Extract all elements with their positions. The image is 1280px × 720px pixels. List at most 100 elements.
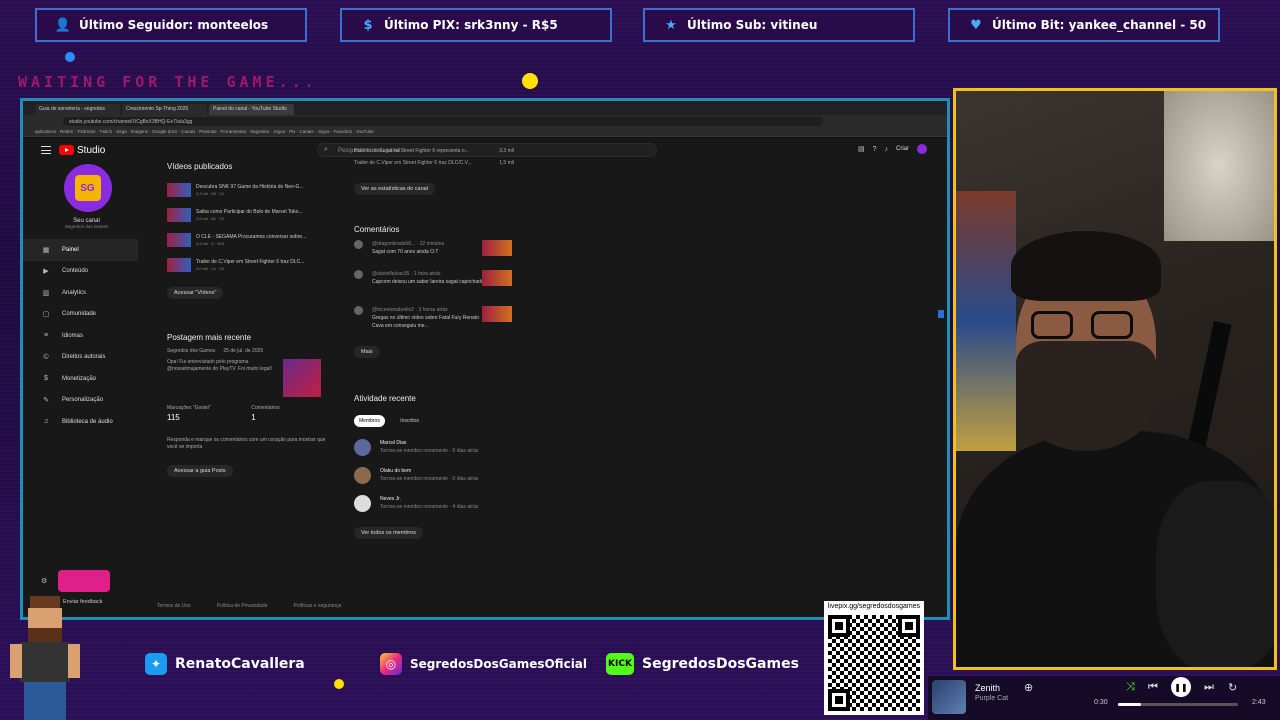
person-hair [1011, 231, 1161, 301]
next-icon[interactable]: ⏭ [1204, 681, 1214, 694]
video-thumbnail [167, 207, 191, 222]
pause-button[interactable]: ❚❚ [1171, 677, 1191, 697]
microphone [1156, 481, 1274, 667]
account-avatar[interactable] [917, 144, 927, 154]
access-videos-button[interactable]: Acessar "Vídeos" [167, 287, 224, 299]
sidebar-item-monetization[interactable]: $ Monetização [23, 368, 138, 390]
stat-label: Comentários [251, 405, 280, 411]
video-thumbnail [167, 182, 191, 197]
video-row[interactable]: O CLE - SEGAMA Procuramos conversar sobr… [167, 227, 327, 252]
star-icon: ★ [665, 17, 677, 33]
video-row[interactable]: Saiba como Participar do Bolo de Marvel … [167, 202, 327, 227]
top-video-row[interactable]: Trailer de C.Viper em Street Fighter 6 t… [354, 160, 514, 167]
comment-author-name: @tricentenaberlin2 [372, 307, 415, 313]
list-item[interactable]: Olaku do bem Tornou-se membro novamente ·… [354, 461, 514, 489]
social-twitter: ✦ RenatoCavallera [145, 650, 305, 678]
terms-link[interactable]: Termos de Uso [157, 603, 191, 609]
member-name: Neves Jr. [380, 496, 401, 502]
comment-author: @dragonbrade58... · 32 minutos [372, 241, 445, 247]
post-body: Opa! Fui entrevistado pelo programa @nos… [167, 359, 327, 397]
person-beard [1016, 341, 1156, 451]
activity-heading: Atividade recente [354, 394, 416, 403]
scrollbar[interactable] [938, 310, 944, 318]
video-meta: 3,3 mil · 63 · 12 [196, 190, 224, 196]
bookmarks-bar[interactable]: aplicativos · Redes · TrStream · Twitch … [23, 127, 947, 137]
bell-icon[interactable]: ♪ [885, 146, 889, 153]
waiting-text: WAITING FOR THE GAME... [18, 73, 318, 91]
comment-item[interactable]: @dragonbrade58... · 32 minutos Sagat com … [354, 240, 514, 270]
progress-bar[interactable] [1118, 703, 1238, 706]
alert-sub: ★ Último Sub: vitineu [643, 8, 915, 42]
social-instagram: ◎ SegredosDosGamesOficial [380, 650, 587, 678]
address-bar: studio.youtube.com/channel/UCgBsX3BHQ-Ex… [23, 115, 947, 127]
sidebar-item-content[interactable]: ▶ Conteúdo [23, 261, 138, 283]
music-player: Zenith Purple Cat ⊕ ⤨ ⏮ ❚❚ ⏭ ↻ 0:30 2:43 [928, 676, 1280, 720]
top-video-value: 1,5 mil [499, 160, 514, 166]
youtube-studio: Studio ⌕ Pesquisar no seu canal ▤ ? ♪ Cr… [23, 138, 947, 617]
post-image[interactable] [283, 359, 321, 397]
sidebar-item-audio-library[interactable]: ♫ Biblioteca de áudio [23, 411, 138, 433]
top-video-row[interactable]: História do Sagat no Street Fighter 6 re… [354, 148, 514, 155]
sidebar-item-dashboard[interactable]: ▦ Painel [23, 239, 138, 261]
posts-button-wrap: Acessar a guia Posts [167, 459, 327, 477]
studio-brand[interactable]: Studio [77, 145, 105, 156]
member-name: Olaku do bem [380, 468, 412, 474]
shuffle-icon[interactable]: ⤨ [1126, 681, 1135, 694]
pixel-invader-icon [58, 570, 110, 592]
analytics-icon: ▥ [42, 289, 50, 297]
policies-link[interactable]: Políticas e segurança [294, 603, 342, 609]
header-actions: ▤ ? ♪ Criar [858, 144, 927, 154]
sidebar-item-analytics[interactable]: ▥ Analytics [23, 282, 138, 304]
sidebar-item-customization[interactable]: ✎ Personalização [23, 390, 138, 412]
comment-avatar [354, 270, 363, 279]
list-item[interactable]: Neves Jr. Tornou-se membro novamente · 4 … [354, 489, 514, 517]
sidebar-item-copyright[interactable]: © Direitos autorais [23, 347, 138, 369]
search-icon: ⌕ [324, 146, 328, 153]
kick-icon: KICK [606, 653, 634, 675]
qr-corner [828, 615, 850, 637]
channel-avatar[interactable]: SG [63, 164, 112, 212]
browser-tab[interactable]: Crescimento Sp-Thing 2025 [122, 104, 207, 115]
browser-tab-active[interactable]: Painel do canal - YouTube Studio [209, 104, 294, 115]
more-comments-button[interactable]: Mais [354, 346, 380, 358]
help-icon[interactable]: ? [873, 146, 877, 153]
dollar-icon: $ [363, 17, 373, 33]
channel-stats-button[interactable]: Ver as estatísticas do canal [354, 183, 435, 195]
sidebar-item-label: Biblioteca de áudio [62, 418, 113, 425]
webcam-feed [953, 88, 1277, 670]
url-field[interactable]: studio.youtube.com/channel/UCgBsX3BHQ-Ex… [63, 116, 823, 126]
privacy-link[interactable]: Política de Privacidade [217, 603, 268, 609]
stat-label: Marcações "Gostei" [167, 405, 211, 411]
create-label: Criar [896, 146, 909, 152]
youtube-logo-icon[interactable] [59, 145, 74, 155]
menu-icon[interactable] [41, 146, 51, 154]
access-posts-button[interactable]: Acessar a guia Posts [167, 465, 233, 477]
settings-icon[interactable]: ⚙ [41, 577, 47, 585]
sidebar-item-languages[interactable]: ≡ Idiomas [23, 325, 138, 347]
video-row[interactable]: Descubra SNK 97 Game da História do Neo-… [167, 177, 327, 202]
comment-item[interactable]: @danielfalcao35 · 1 hora atrás Capcom dei… [354, 270, 514, 300]
heart-icon: ♥ [970, 17, 982, 33]
dashboard-icon: ▦ [42, 246, 50, 254]
decor-dot [522, 73, 538, 89]
member-desc: Tornou-se membro novamente · 0 dias atrá… [380, 476, 479, 482]
add-icon[interactable]: ⊕ [1024, 681, 1033, 694]
pixel-character [10, 596, 80, 720]
sidebar-item-community[interactable]: ▢ Comunidade [23, 304, 138, 326]
tab-members[interactable]: Membros [354, 415, 385, 427]
create-button[interactable]: Criar [896, 146, 909, 152]
member-desc: Tornou-se membro novamente · 0 dias atrá… [380, 448, 479, 454]
comment-item[interactable]: @tricentenaberlin2 · 3 horas atrás Gregas… [354, 306, 514, 336]
all-members-button[interactable]: Ver todos os membros [354, 527, 424, 539]
audio-library-icon: ♫ [43, 418, 49, 426]
avatar [354, 494, 371, 512]
browser-tab[interactable]: Guia de sorveteria - segredos [35, 104, 120, 115]
list-item[interactable]: Marcel Dias Tornou-se membro novamente · … [354, 433, 514, 461]
post-hint: Responda e marque os comentários com um … [167, 437, 326, 450]
decor-dot [65, 52, 75, 62]
repeat-icon[interactable]: ↻ [1228, 681, 1237, 694]
video-row[interactable]: Trailer de C.Viper em Street Fighter 6 t… [167, 252, 327, 277]
tab-subscribers[interactable]: Inscritos [395, 415, 424, 427]
previous-icon[interactable]: ⏮ [1148, 681, 1158, 694]
captions-icon[interactable]: ▤ [858, 145, 865, 153]
